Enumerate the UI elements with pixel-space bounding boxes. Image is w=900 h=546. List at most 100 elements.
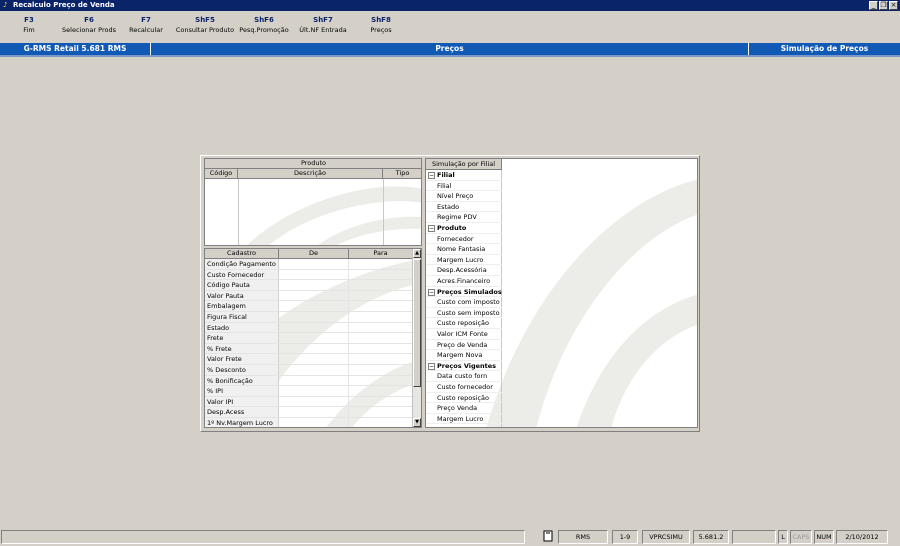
- tree-group-precos-vigentes[interactable]: − Preços Vigentes: [426, 361, 502, 372]
- tree-item[interactable]: Acres.Financeiro: [426, 276, 502, 287]
- column-header-codigo[interactable]: Código: [205, 169, 238, 179]
- table-row[interactable]: Desp.Acess: [205, 407, 413, 418]
- tree-item[interactable]: Margem Nova: [426, 350, 502, 361]
- section-title: Preços: [435, 44, 464, 53]
- collapse-icon[interactable]: −: [428, 225, 435, 232]
- produto-grid[interactable]: Produto Código Descrição Tipo: [204, 158, 422, 246]
- scrollbar-thumb[interactable]: [413, 259, 421, 387]
- row-label: Código Pauta: [205, 280, 279, 290]
- tree-item[interactable]: Valor ICM Fonte: [426, 329, 502, 340]
- table-row[interactable]: % Bonificação: [205, 375, 413, 387]
- table-row[interactable]: % IPI: [205, 386, 413, 397]
- table-row[interactable]: Embalagem: [205, 301, 413, 312]
- tree-item[interactable]: Preço Venda: [426, 403, 502, 414]
- collapse-icon[interactable]: −: [428, 172, 435, 179]
- tree-group-precos-simulados[interactable]: − Preços Simulados: [426, 287, 502, 298]
- tree-item[interactable]: Filial: [426, 181, 502, 192]
- row-label: % Bonificação: [205, 375, 279, 386]
- toolbar-button-selecionar-prods[interactable]: F6 Selecionar Prods: [58, 16, 120, 36]
- tree-item[interactable]: Margem Lucro: [426, 255, 502, 266]
- row-label: % Desconto: [205, 365, 279, 375]
- toolbar-button-fim[interactable]: F3 Fim: [14, 16, 44, 36]
- toolbar-button-consultar-produto[interactable]: ShF5 Consultar Produto: [174, 16, 236, 36]
- tree-item[interactable]: Custo reposição: [426, 393, 502, 404]
- tree-item[interactable]: Preço de Venda: [426, 340, 502, 351]
- cadastro-grid[interactable]: Cadastro De Para Condição Pagamento Cust…: [204, 248, 422, 428]
- scroll-up-icon[interactable]: ▲: [413, 249, 421, 258]
- produto-grid-title: Produto: [205, 159, 421, 169]
- simulation-title: Simulação de Preços: [780, 44, 869, 53]
- table-row[interactable]: Custo Fornecedor: [205, 269, 413, 281]
- tree-group-filial[interactable]: − Filial: [426, 170, 502, 181]
- status-l: L: [778, 530, 788, 544]
- row-label: Custo Fornecedor: [205, 269, 279, 280]
- row-label: Estado: [205, 322, 279, 333]
- tree-item[interactable]: Nível Preço: [426, 191, 502, 202]
- minimize-icon[interactable]: _: [869, 1, 878, 10]
- table-row[interactable]: % Desconto: [205, 365, 413, 376]
- table-row[interactable]: Valor IPI: [205, 396, 413, 408]
- tree-item[interactable]: Data custo forn: [426, 371, 502, 382]
- title-bar: ♪ Recalculo Preço de Venda _ ❐ ×: [0, 0, 900, 11]
- vertical-scrollbar[interactable]: ▲ ▼: [412, 249, 421, 427]
- table-row[interactable]: Valor Pauta: [205, 290, 413, 302]
- tree-item[interactable]: Desp.Acessória: [426, 265, 502, 276]
- grid-line: [238, 179, 239, 245]
- table-row[interactable]: % Frete: [205, 343, 413, 355]
- tree-item[interactable]: Custo reposição: [426, 318, 502, 329]
- toolbar-label: Selecionar Prods: [62, 26, 116, 34]
- document-icon: [540, 530, 556, 544]
- row-label: Valor Frete: [205, 354, 279, 364]
- tree-item[interactable]: Fornecedor: [426, 234, 502, 245]
- tree-item[interactable]: Nome Fantasia: [426, 244, 502, 255]
- toolbar-label: Recalcular: [129, 26, 163, 34]
- toolbar-button-pesq-promocao[interactable]: ShF6 Pesq.Promoção: [238, 16, 290, 36]
- column-header-cadastro[interactable]: Cadastro: [205, 249, 279, 259]
- status-page: 1-9: [612, 530, 638, 544]
- status-bar: RMS 1-9 VPRCSIMU 5.681.2 L CAPS NUM 2/10…: [0, 528, 900, 546]
- simulacao-header: Simulação por Filial: [426, 159, 502, 170]
- column-header-descricao[interactable]: Descrição: [238, 169, 383, 179]
- table-row[interactable]: 1º Nv.Margem Lucro: [205, 418, 413, 427]
- window-title: Recalculo Preço de Venda: [13, 1, 115, 9]
- column-header-para[interactable]: Para: [349, 249, 413, 259]
- tree-item[interactable]: Margem Lucro: [426, 414, 502, 425]
- table-row[interactable]: Valor Frete: [205, 354, 413, 365]
- row-label: Valor Pauta: [205, 290, 279, 301]
- simulacao-tree: Simulação por Filial − Filial Filial Níve…: [426, 159, 502, 427]
- toolbar-key: ShF7: [313, 16, 333, 24]
- tree-item[interactable]: Regime PDV: [426, 212, 502, 223]
- toolbar-key: ShF5: [195, 16, 215, 24]
- row-label: Frete: [205, 333, 279, 343]
- table-row[interactable]: Figura Fiscal: [205, 312, 413, 323]
- table-row[interactable]: Condição Pagamento: [205, 259, 413, 270]
- toolbar-key: F6: [84, 16, 94, 24]
- table-row[interactable]: Código Pauta: [205, 280, 413, 291]
- tree-item[interactable]: Custo com imposto: [426, 297, 502, 308]
- restore-icon[interactable]: ❐: [879, 1, 888, 10]
- tree-item[interactable]: Custo fornecedor: [426, 382, 502, 393]
- toolbar-button-recalcular[interactable]: F7 Recalcular: [126, 16, 166, 36]
- product-version-label: G-RMS Retail 5.681 RMS: [23, 44, 127, 53]
- tree-group-produto[interactable]: − Produto: [426, 223, 502, 234]
- table-row[interactable]: Frete: [205, 333, 413, 344]
- collapse-icon[interactable]: −: [428, 288, 435, 296]
- row-label: Valor IPI: [205, 396, 279, 407]
- toolbar-button-ult-nf-entrada[interactable]: ShF7 Últ.NF Entrada: [296, 16, 350, 36]
- tree-item[interactable]: Estado: [426, 202, 502, 213]
- toolbar-button-precos[interactable]: ShF8 Preços: [366, 16, 396, 36]
- scroll-down-icon[interactable]: ▼: [413, 418, 421, 427]
- close-icon[interactable]: ×: [889, 1, 898, 10]
- function-key-toolbar: F3 Fim F6 Selecionar Prods F7 Recalcular…: [0, 11, 900, 43]
- toolbar-key: F3: [24, 16, 34, 24]
- column-header-tipo[interactable]: Tipo: [383, 169, 421, 179]
- table-row[interactable]: Estado: [205, 322, 413, 334]
- row-label: Embalagem: [205, 301, 279, 311]
- collapse-icon[interactable]: −: [428, 362, 435, 370]
- row-label: % Frete: [205, 343, 279, 354]
- status-blank: [732, 530, 776, 544]
- column-header-de[interactable]: De: [279, 249, 349, 259]
- simulacao-panel[interactable]: Simulação por Filial − Filial Filial Níve…: [425, 158, 698, 428]
- toolbar-label: Consultar Produto: [175, 26, 235, 34]
- tree-item[interactable]: Custo sem imposto: [426, 308, 502, 319]
